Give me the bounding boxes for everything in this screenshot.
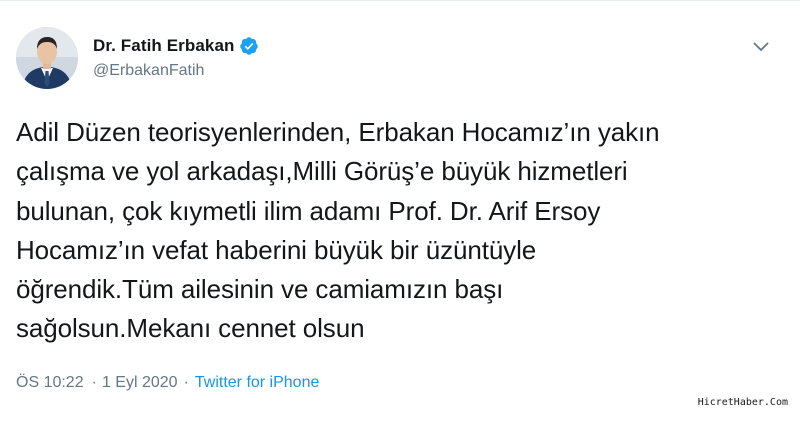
- chevron-down-icon[interactable]: [750, 36, 772, 58]
- avatar[interactable]: [16, 27, 78, 89]
- tweet-source-link[interactable]: Twitter for iPhone: [195, 374, 320, 392]
- author-display-name[interactable]: Dr. Fatih Erbakan: [93, 36, 235, 56]
- tweet-date[interactable]: 1 Eyl 2020: [102, 374, 178, 392]
- avatar-image: [16, 27, 78, 89]
- verified-badge-icon: [239, 36, 259, 56]
- tweet-time[interactable]: ÖS 10:22: [16, 374, 84, 392]
- author-name-row: Dr. Fatih Erbakan: [93, 35, 259, 57]
- meta-separator: ·: [91, 374, 97, 391]
- tweet-meta: ÖS 10:22 · 1 Eyl 2020 · Twitter for iPho…: [16, 374, 319, 392]
- tweet-card: Dr. Fatih Erbakan @ErbakanFatih Adil Düz…: [0, 0, 800, 421]
- meta-separator: ·: [183, 374, 189, 391]
- author-block: Dr. Fatih Erbakan @ErbakanFatih: [93, 35, 259, 80]
- watermark: HicretHaber.Com: [695, 396, 790, 409]
- top-divider: [0, 0, 800, 1]
- author-handle[interactable]: @ErbakanFatih: [93, 62, 259, 80]
- tweet-text: Adil Düzen teorisyenlerinden, Erbakan Ho…: [16, 117, 660, 344]
